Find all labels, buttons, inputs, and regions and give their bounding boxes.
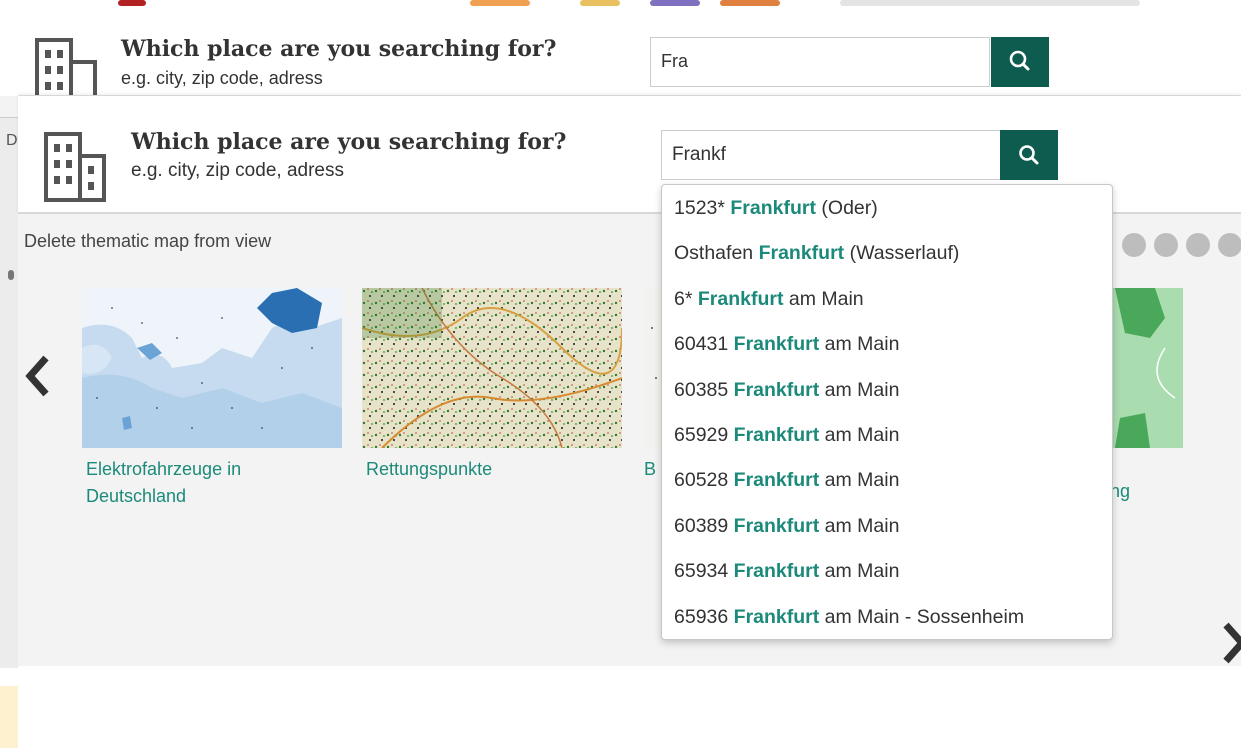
suggestion-suffix: am Main - Sossenheim: [819, 605, 1025, 628]
underlying-panel-label: D: [6, 132, 18, 149]
suggestion-prefix: 60389: [674, 514, 734, 537]
pagination-dot[interactable]: [1218, 233, 1241, 257]
suggestion-match: Frankfurt: [733, 378, 820, 401]
thematic-card[interactable]: Elektrofahrzeuge in Deutschland: [82, 288, 342, 506]
suggestion-item[interactable]: 1523* Frankfurt (Oder): [662, 186, 1112, 231]
suggestion-match: Frankfurt: [733, 423, 820, 446]
thematic-card-label[interactable]: ng: [1110, 478, 1241, 505]
underlying-panel-marker: [8, 270, 14, 280]
suggestion-suffix: am Main: [819, 514, 900, 537]
suggestion-item[interactable]: 6* Frankfurt am Main: [662, 277, 1112, 322]
building-icon: [44, 132, 106, 202]
suggestion-prefix: 60528: [674, 469, 734, 492]
previous-search-header: Which place are you searching for? e.g. …: [18, 10, 1241, 96]
search-subtitle: e.g. city, zip code, adress: [131, 160, 344, 181]
suggestion-suffix: am Main: [783, 287, 864, 310]
suggestion-item[interactable]: 65934 Frankfurt am Main: [662, 549, 1112, 594]
underlying-panel-edge: [0, 117, 18, 668]
suggestion-suffix: am Main: [819, 423, 900, 446]
suggestion-item[interactable]: 65936 Frankfurt am Main - Sossenheim: [662, 595, 1112, 640]
thematic-card-label[interactable]: Elektrofahrzeuge in Deutschland: [86, 456, 326, 510]
search-suggestions-dropdown: 1523* Frankfurt (Oder) Osthafen Frankfur…: [661, 184, 1113, 640]
suggestion-prefix: Osthafen: [674, 242, 759, 265]
suggestion-item[interactable]: 60385 Frankfurt am Main: [662, 368, 1112, 413]
search-input[interactable]: [661, 130, 1001, 180]
suggestion-prefix: 65934: [674, 560, 734, 583]
suggestion-prefix: 1523*: [674, 197, 731, 219]
suggestion-match: Frankfurt: [733, 514, 820, 537]
suggestion-suffix: (Wasserlauf): [844, 242, 960, 265]
suggestion-prefix: 60385: [674, 378, 734, 401]
building-icon: [35, 38, 97, 95]
previous-search-subtitle: e.g. city, zip code, adress: [121, 68, 323, 88]
pagination-dot[interactable]: [1186, 233, 1210, 257]
search-icon: [1009, 50, 1030, 71]
suggestion-match: Frankfurt: [733, 605, 820, 628]
suggestion-item[interactable]: 60389 Frankfurt am Main: [662, 504, 1112, 549]
suggestion-suffix: am Main: [819, 378, 900, 401]
suggestion-item[interactable]: 65929 Frankfurt am Main: [662, 413, 1112, 458]
suggestion-prefix: 6*: [674, 287, 698, 310]
delete-thematic-map-link[interactable]: Delete thematic map from view: [24, 231, 271, 252]
suggestion-suffix: am Main: [819, 469, 900, 492]
thematic-thumbnail[interactable]: [82, 288, 342, 448]
suggestion-prefix: 60431: [674, 333, 734, 356]
chevron-left-icon[interactable]: [20, 346, 60, 406]
carousel-pagination: [1122, 233, 1241, 257]
suggestion-match: Frankfurt: [730, 197, 816, 219]
page-bottom-area: [18, 666, 1241, 748]
suggestion-prefix: 65936: [674, 605, 734, 628]
suggestion-item[interactable]: Osthafen Frankfurt (Wasserlauf): [662, 231, 1112, 276]
suggestion-item[interactable]: 60528 Frankfurt am Main: [662, 458, 1112, 503]
thematic-card[interactable]: ng: [1105, 288, 1183, 501]
pagination-dot[interactable]: [1154, 233, 1178, 257]
suggestion-match: Frankfurt: [733, 469, 820, 492]
search-button[interactable]: [1000, 130, 1058, 180]
suggestion-suffix: am Main: [819, 333, 900, 356]
thematic-card-label[interactable]: Rettungspunkte: [366, 456, 606, 483]
thematic-card[interactable]: Rettungspunkte: [362, 288, 622, 479]
chevron-right-icon[interactable]: [1216, 613, 1241, 673]
suggestion-match: Frankfurt: [758, 242, 845, 265]
previous-search-title: Which place are you searching for?: [121, 36, 557, 62]
search-icon: [1019, 145, 1039, 165]
suggestion-match: Frankfurt: [733, 333, 820, 356]
previous-search-button[interactable]: [991, 37, 1049, 87]
suggestion-match: Frankfurt: [733, 560, 820, 583]
thematic-thumbnail[interactable]: [1105, 288, 1183, 448]
suggestion-prefix: 65929: [674, 423, 734, 446]
background-page-strip: [0, 0, 1241, 10]
search-title: Which place are you searching for?: [131, 129, 567, 155]
suggestion-suffix: (Oder): [815, 197, 878, 219]
previous-search-input[interactable]: Fra: [650, 37, 990, 87]
pagination-dot[interactable]: [1122, 233, 1146, 257]
suggestion-match: Frankfurt: [697, 287, 784, 310]
underlying-notice-edge: [0, 686, 18, 748]
thematic-thumbnail[interactable]: [362, 288, 622, 448]
suggestion-suffix: am Main: [819, 560, 900, 583]
suggestion-item[interactable]: 60431 Frankfurt am Main: [662, 322, 1112, 367]
